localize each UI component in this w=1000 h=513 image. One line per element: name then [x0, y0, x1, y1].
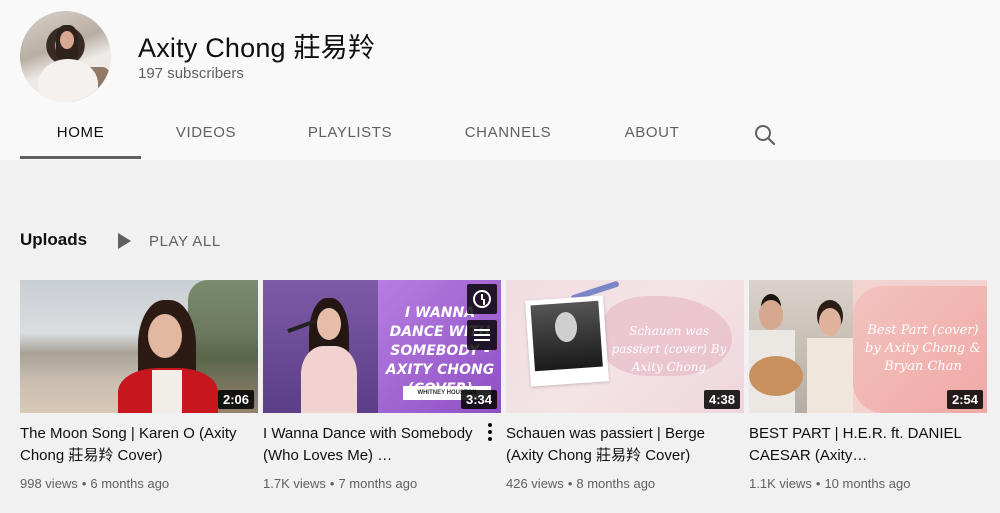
view-count: 1.7K views — [263, 476, 326, 491]
watch-later-icon[interactable] — [467, 284, 497, 314]
video-card: 2:06 The Moon Song | Karen O (Axity Chon… — [20, 280, 258, 491]
video-duration: 2:54 — [946, 390, 983, 409]
video-meta: 1.1K views • 10 months ago — [749, 476, 911, 491]
thumbnail-text: Best Part (cover) by Axity Chong & Bryan… — [865, 323, 981, 374]
home-content: Uploads PLAY ALL 2:06 The Moon Song | Ka… — [0, 160, 1000, 513]
more-actions-icon[interactable] — [487, 423, 493, 443]
tab-home[interactable]: HOME — [20, 110, 141, 160]
view-count: 426 views — [506, 476, 564, 491]
play-icon — [118, 233, 131, 249]
video-thumbnail[interactable]: 2:06 — [20, 280, 258, 413]
subscriber-count: 197 subscribers — [138, 65, 244, 82]
play-all-button[interactable]: PLAY ALL — [118, 230, 221, 252]
thumbnail-text: Schauen was passiert (cover) By Axity Ch… — [611, 324, 727, 374]
video-thumbnail[interactable]: I WANNA DANCE WITH SOMEBODY - AXITY CHON… — [263, 280, 501, 413]
video-title[interactable]: Schauen was passiert | Berge (Axity Chon… — [506, 423, 744, 467]
view-count: 998 views — [20, 476, 78, 491]
channel-header: Axity Chong 莊易羚 197 subscribers HOME VID… — [0, 0, 1000, 160]
view-count: 1.1K views — [749, 476, 812, 491]
video-duration: 2:06 — [217, 390, 254, 409]
upload-age: 10 months ago — [824, 476, 911, 491]
video-thumbnail[interactable]: Schauen was passiert (cover) By Axity Ch… — [506, 280, 744, 413]
channel-tabs: HOME VIDEOS PLAYLISTS CHANNELS ABOUT — [0, 110, 1000, 160]
tab-about[interactable]: ABOUT — [610, 110, 694, 160]
tab-channels[interactable]: CHANNELS — [450, 110, 566, 160]
video-duration: 3:34 — [460, 390, 497, 409]
video-title[interactable]: The Moon Song | Karen O (Axity Chong 莊易羚… — [20, 423, 258, 467]
search-icon[interactable] — [752, 122, 778, 148]
video-duration: 4:38 — [703, 390, 740, 409]
tab-playlists[interactable]: PLAYLISTS — [292, 110, 408, 160]
video-card: Best Part (cover) by Axity Chong & Bryan… — [749, 280, 987, 491]
video-title[interactable]: I Wanna Dance with Somebody (Who Loves M… — [263, 423, 501, 467]
upload-age: 6 months ago — [90, 476, 170, 491]
video-meta: 426 views • 8 months ago — [506, 476, 656, 491]
channel-avatar[interactable] — [20, 11, 111, 102]
video-title[interactable]: BEST PART | H.E.R. ft. DANIEL CAESAR (Ax… — [749, 423, 987, 467]
add-to-queue-icon[interactable] — [467, 320, 497, 350]
video-card: Schauen was passiert (cover) By Axity Ch… — [506, 280, 744, 491]
thumbnail-text: I WANNA DANCE WITH SOMEBODY - AXITY CHON… — [385, 305, 495, 397]
video-meta: 998 views • 6 months ago — [20, 476, 170, 491]
video-thumbnail[interactable]: Best Part (cover) by Axity Chong & Bryan… — [749, 280, 987, 413]
channel-name: Axity Chong 莊易羚 — [138, 33, 376, 63]
upload-age: 8 months ago — [576, 476, 656, 491]
video-meta: 1.7K views • 7 months ago — [263, 476, 418, 491]
video-card: I WANNA DANCE WITH SOMEBODY - AXITY CHON… — [263, 280, 501, 491]
play-all-label: PLAY ALL — [149, 232, 221, 250]
upload-age: 7 months ago — [338, 476, 418, 491]
tab-videos[interactable]: VIDEOS — [160, 110, 252, 160]
shelf-title: Uploads — [20, 230, 88, 249]
